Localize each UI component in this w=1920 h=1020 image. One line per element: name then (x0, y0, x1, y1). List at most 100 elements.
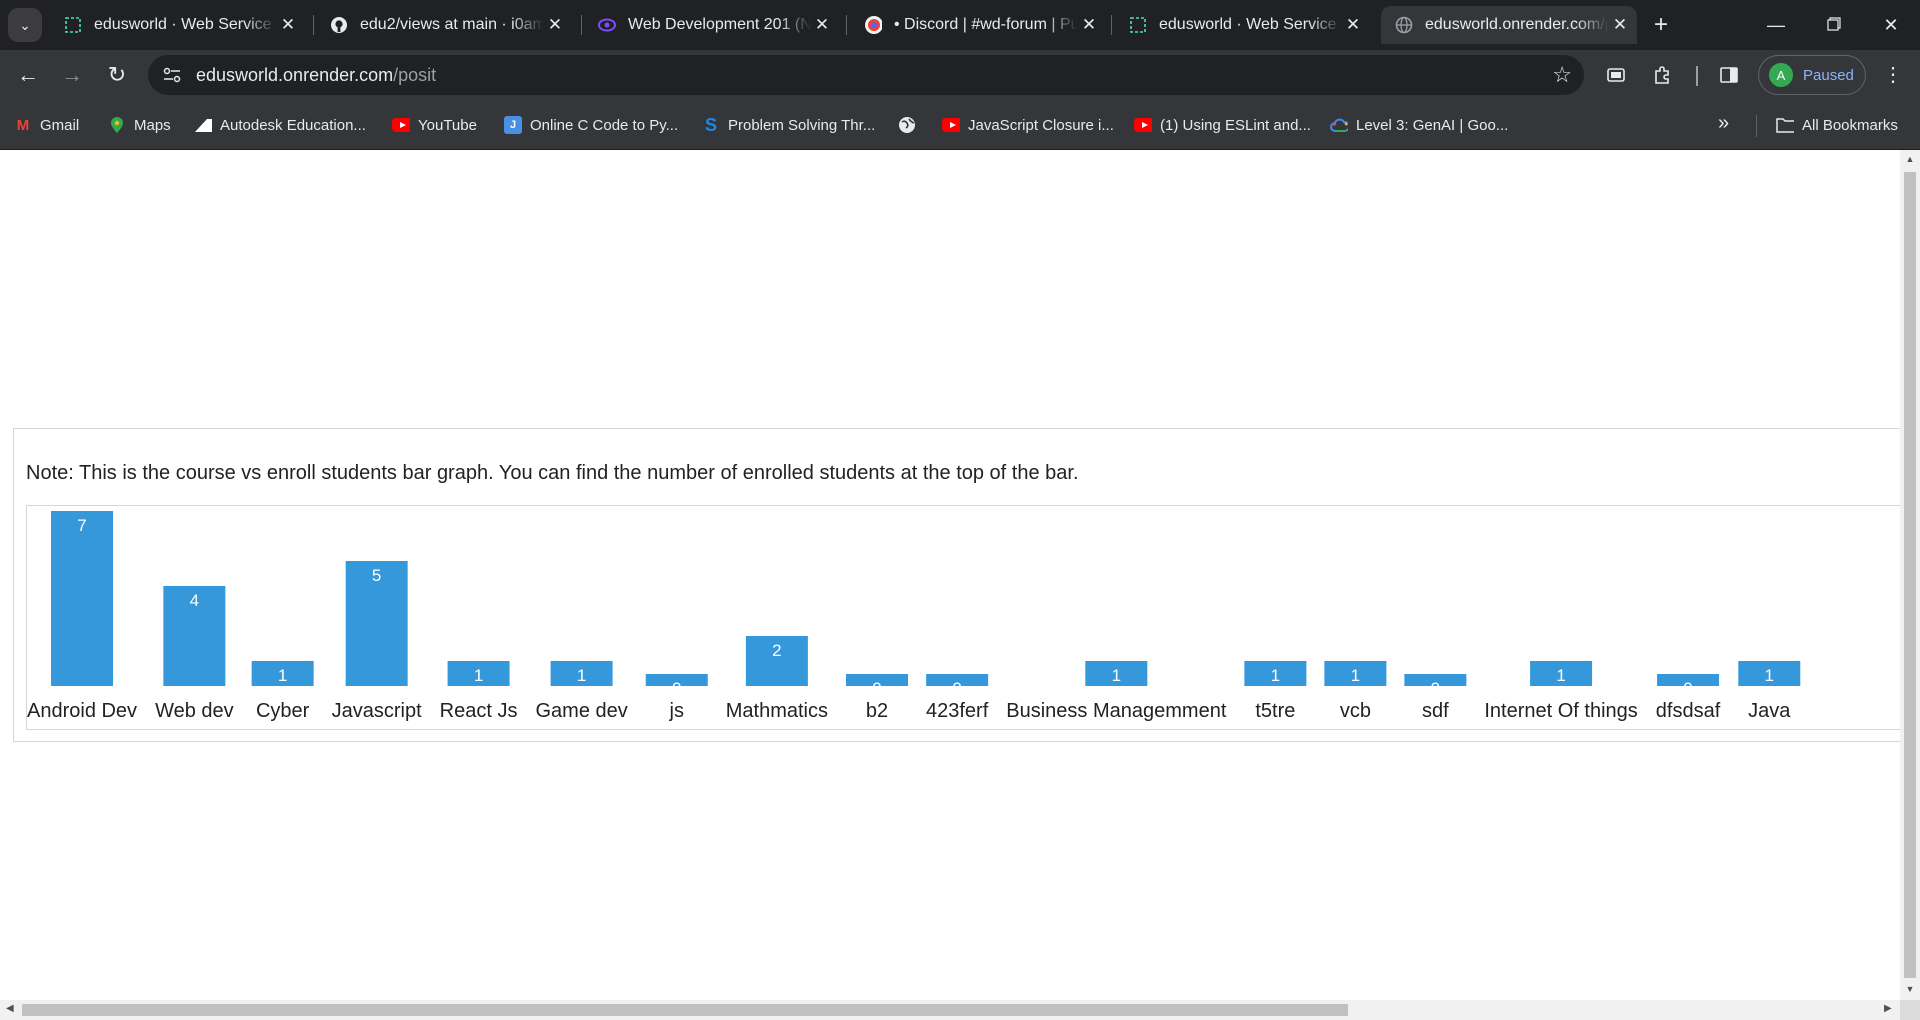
bookmark-autodesk[interactable]: Autodesk Education... (194, 115, 366, 135)
bookmark-problem-solving[interactable]: S Problem Solving Thr... (702, 115, 875, 135)
bookmark-globe[interactable] (898, 115, 924, 135)
j-icon: J (504, 116, 522, 134)
close-icon[interactable]: ✕ (544, 15, 566, 35)
chart-panel: Note: This is the course vs enroll stude… (13, 428, 1900, 742)
folder-icon (1776, 116, 1794, 134)
render-icon (1129, 16, 1147, 34)
bookmark-label: (1) Using ESLint and... (1160, 116, 1311, 134)
bar-value-label: 1 (278, 666, 287, 685)
all-bookmarks-button[interactable]: All Bookmarks (1776, 115, 1898, 135)
url-path: /posit (393, 65, 437, 85)
tab-edusworld-active[interactable]: edusworld.onrender.com/p ✕ (1381, 6, 1637, 44)
more-bookmarks-chevron-icon[interactable]: » (1718, 112, 1729, 135)
side-panel-icon[interactable] (1717, 64, 1741, 86)
bookmark-youtube[interactable]: YouTube (392, 115, 477, 135)
category-label: vcb (1340, 700, 1371, 722)
tab-github[interactable]: edu2/views at main · i0amO ✕ (316, 6, 572, 44)
bar-chart: 7 Android Dev 4 Web dev 1 Cyber 5 Javascript 1 Re… (26, 505, 1900, 730)
category-label: React Js (440, 700, 518, 722)
bar-chart-svg: 7 Android Dev 4 Web dev 1 Cyber 5 Javascript 1 Re… (27, 511, 1801, 722)
tab-divider (581, 15, 582, 35)
pupilfirst-icon (598, 16, 616, 34)
vertical-scrollbar[interactable]: ▲ ▼ (1900, 150, 1920, 1000)
bookmark-genai[interactable]: Level 3: GenAI | Goo... (1330, 115, 1508, 135)
tab-title: Web Development 201 (No (628, 16, 811, 33)
back-button[interactable]: ← (12, 59, 44, 91)
site-settings-icon[interactable] (162, 65, 182, 85)
youtube-icon (942, 116, 960, 134)
tab-discord[interactable]: • Discord | #wd-forum | Pu ✕ (850, 6, 1106, 44)
globe-icon (1395, 16, 1413, 34)
horizontal-scroll-thumb[interactable] (22, 1004, 1348, 1016)
address-bar[interactable]: edusworld.onrender.com/posit ☆ (148, 55, 1584, 95)
bookmark-label: JavaScript Closure i... (968, 116, 1114, 134)
close-icon[interactable]: ✕ (277, 15, 299, 35)
bar-value-label: 1 (577, 666, 586, 685)
bookmark-maps[interactable]: Maps (108, 115, 171, 135)
tab-title: edusworld.onrender.com/p (1425, 16, 1609, 33)
scroll-up-arrow-icon[interactable]: ▲ (1900, 154, 1920, 164)
browser-toolbar: ← → ↻ edusworld.onrender.com/posit ☆ A P… (0, 50, 1920, 100)
forward-button[interactable]: → (56, 59, 88, 91)
tab-divider (313, 15, 314, 35)
bookmark-label: YouTube (418, 116, 477, 134)
close-icon: ✕ (1883, 14, 1899, 35)
globe-icon (898, 116, 916, 134)
more-menu-icon[interactable]: ⋮ (1880, 62, 1906, 87)
scroll-right-arrow-icon[interactable]: ▶ (1884, 1003, 1892, 1014)
new-tab-button[interactable]: + (1646, 10, 1676, 40)
window-close-button[interactable]: ✕ (1862, 0, 1920, 50)
bar-value-label: 1 (1112, 666, 1121, 685)
bookmark-label: Autodesk Education... (220, 116, 366, 134)
category-label: b2 (866, 700, 888, 722)
arrow-right-icon: → (61, 62, 83, 87)
scroll-down-arrow-icon[interactable]: ▼ (1900, 984, 1920, 994)
extensions-icon[interactable] (1650, 64, 1674, 86)
category-label: Mathmatics (726, 700, 828, 722)
close-icon[interactable]: ✕ (1342, 15, 1364, 35)
profile-status: Paused (1803, 66, 1854, 84)
url-domain: edusworld.onrender.com (196, 65, 394, 85)
scrollbar-corner (1900, 1000, 1920, 1020)
horizontal-scrollbar[interactable]: ◀ ▶ (0, 1000, 1900, 1020)
close-icon[interactable]: ✕ (1609, 15, 1631, 35)
url-text[interactable]: edusworld.onrender.com/posit (196, 65, 436, 86)
bar-value-label: 0 (872, 679, 881, 698)
tab-web-development-201[interactable]: Web Development 201 (No ✕ (584, 6, 839, 44)
bookmark-gmail[interactable]: M Gmail (14, 115, 79, 135)
plus-icon: + (1653, 11, 1668, 38)
reload-button[interactable]: ↻ (101, 59, 133, 91)
bar-value-label: 5 (372, 566, 381, 585)
tab-edusworld-render-1[interactable]: edusworld · Web Service · ✕ (50, 6, 305, 44)
category-label: Android Dev (27, 700, 137, 722)
bar-value-label: 2 (772, 641, 781, 660)
profile-button[interactable]: A Paused (1758, 55, 1866, 95)
avatar: A (1769, 63, 1793, 87)
bar-value-label: 1 (1271, 666, 1280, 685)
bar-value-label: 0 (1683, 679, 1692, 698)
scroll-left-arrow-icon[interactable]: ◀ (6, 1003, 14, 1014)
category-label: Business Managemment (1006, 700, 1227, 722)
tab-divider (846, 15, 847, 35)
category-label: 423ferf (926, 700, 989, 722)
category-label: Web dev (155, 700, 234, 722)
restore-button[interactable] (1805, 0, 1863, 50)
tab-search-button[interactable]: ⌄ (8, 8, 42, 42)
bookmark-eslint[interactable]: (1) Using ESLint and... (1134, 115, 1311, 135)
discord-icon (864, 16, 882, 34)
close-icon[interactable]: ✕ (1078, 15, 1100, 35)
vertical-scroll-thumb[interactable] (1904, 172, 1916, 978)
bookmark-online-c-code[interactable]: J Online C Code to Py... (504, 115, 678, 135)
minimize-icon: — (1767, 14, 1785, 35)
close-icon[interactable]: ✕ (811, 15, 833, 35)
toolbar-divider (1696, 66, 1698, 86)
minimize-button[interactable]: — (1747, 0, 1805, 50)
bookmark-javascript-closure[interactable]: JavaScript Closure i... (942, 115, 1114, 135)
tab-edusworld-render-2[interactable]: edusworld · Web Service · ✕ (1115, 6, 1370, 44)
tab-strip: ⌄ edusworld · Web Service · ✕ edu2/views… (0, 0, 1920, 50)
restore-icon (1827, 15, 1841, 36)
bookmark-star-icon[interactable]: ☆ (1552, 62, 1572, 88)
category-label: sdf (1422, 700, 1449, 722)
bookmark-label: Maps (134, 116, 171, 134)
cast-icon[interactable] (1604, 64, 1628, 86)
